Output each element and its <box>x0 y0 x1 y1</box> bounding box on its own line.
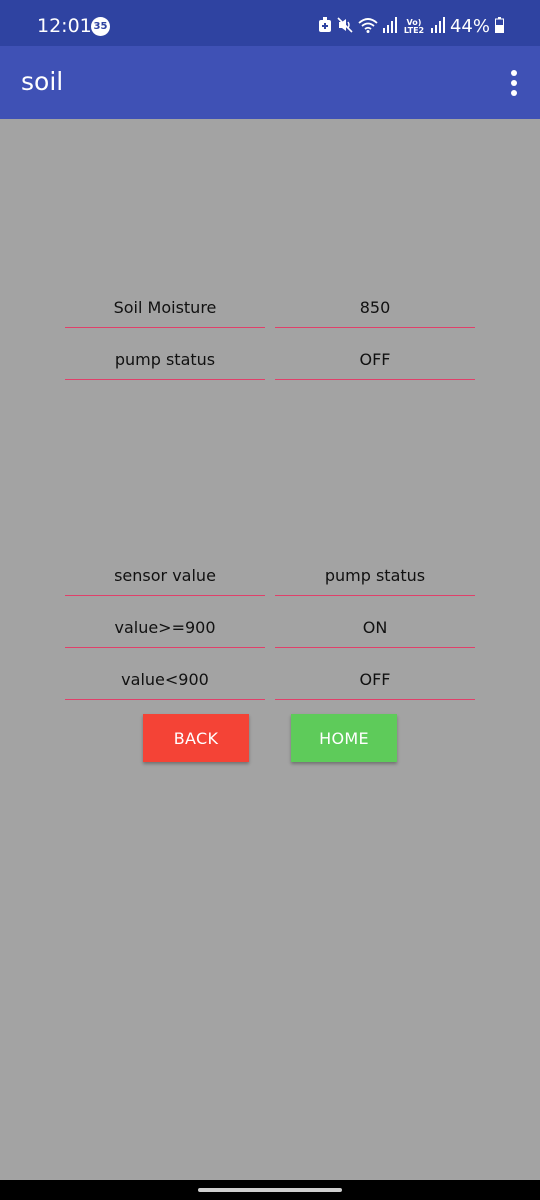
soil-moisture-value: 850 <box>275 288 475 328</box>
rule-condition-low: value<900 <box>65 660 265 700</box>
rule-condition-high: value>=900 <box>65 608 265 648</box>
pump-status-value: OFF <box>275 340 475 380</box>
app-title: soil <box>21 67 64 96</box>
rule-pump-high: ON <box>275 608 475 648</box>
sensor-value-header: sensor value <box>65 556 265 596</box>
navigation-bar <box>0 1180 540 1200</box>
status-icons: Vo) LTE2 44% <box>318 14 504 40</box>
overflow-menu-icon[interactable] <box>508 70 520 96</box>
home-indicator[interactable] <box>198 1188 342 1192</box>
menu-dot <box>511 90 517 96</box>
menu-dot <box>511 80 517 86</box>
soil-moisture-label: Soil Moisture <box>65 288 265 328</box>
menu-dot <box>511 70 517 76</box>
signal-icon <box>382 17 397 37</box>
signal-icon <box>430 17 445 37</box>
rule-pump-low: OFF <box>275 660 475 700</box>
back-button[interactable]: BACK <box>143 714 249 762</box>
notification-count-badge: 35 <box>91 17 110 36</box>
alarm-icon <box>318 17 332 37</box>
pump-status-header: pump status <box>275 556 475 596</box>
home-button[interactable]: HOME <box>291 714 397 762</box>
battery-percent: 44% <box>449 16 490 37</box>
status-time: 12:01 <box>37 15 92 37</box>
mute-icon <box>337 17 353 37</box>
wifi-icon <box>358 17 378 37</box>
pump-status-label: pump status <box>65 340 265 380</box>
app-bar: soil <box>0 46 540 119</box>
battery-icon <box>495 17 504 37</box>
lte-icon: Vo) LTE2 <box>403 18 425 35</box>
status-bar: 12:01 35 Vo) LTE2 44% <box>0 0 540 46</box>
